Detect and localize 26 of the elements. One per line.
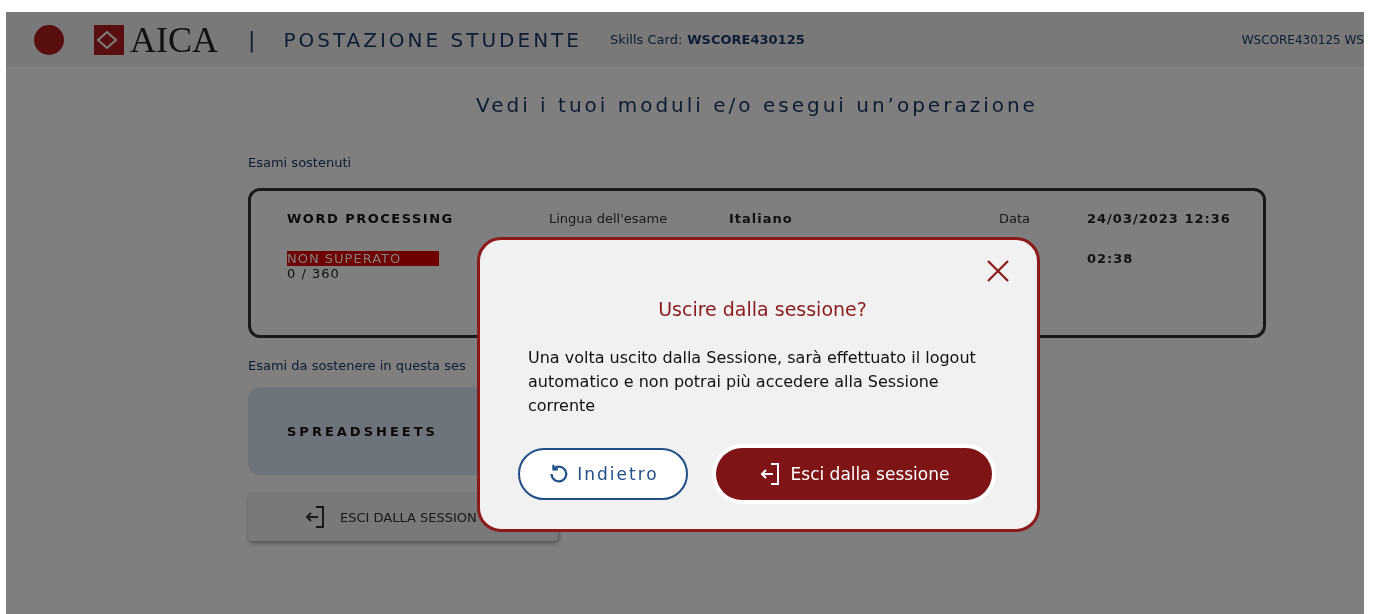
section-heading: Esami sostenuti [248,155,352,170]
field-label: Lingua dell'esame [549,211,669,226]
page-title: Vedi i tuoi moduli e/o esegui un’operazione [475,93,1039,117]
skills-card-value: WSCORE430125 [687,32,805,47]
section-title: POSTAZIONE STUDENTE [283,27,582,52]
close-icon[interactable] [985,258,1011,284]
round-logo-icon [34,24,64,55]
exam-name: SPREADSHEETS [287,423,438,439]
dialog-title: Uscire dalla sessione? [658,298,867,320]
dialog-message: Una volta uscito dalla Sessione, sarà effettuato il logout automatico e non potrai più accedere alla Sessione corrente [528,347,977,417]
exam-name: WORD PROCESSING [287,211,455,226]
exit-icon [304,505,326,529]
skills-card-label: Skills Card: [609,32,683,47]
exit-icon [758,462,781,486]
brand-name: AICA [130,18,218,61]
status-badge: NON SUPERATO [287,251,439,266]
back-button[interactable]: Indietro [518,448,688,500]
section-heading: Esami da sostenere in questa ses [248,358,466,373]
separator: | [248,27,256,52]
field-value: 24/03/2023 12:36 [1087,211,1232,226]
field-value: Italiano [729,211,794,226]
diamond-logo-icon [94,24,124,55]
field-value: 02:38 [1087,251,1135,266]
exam-score: 0 / 360 [287,266,341,281]
user-name: WSCORE430125 WS [1241,32,1364,47]
field-label: Data [999,211,1032,226]
